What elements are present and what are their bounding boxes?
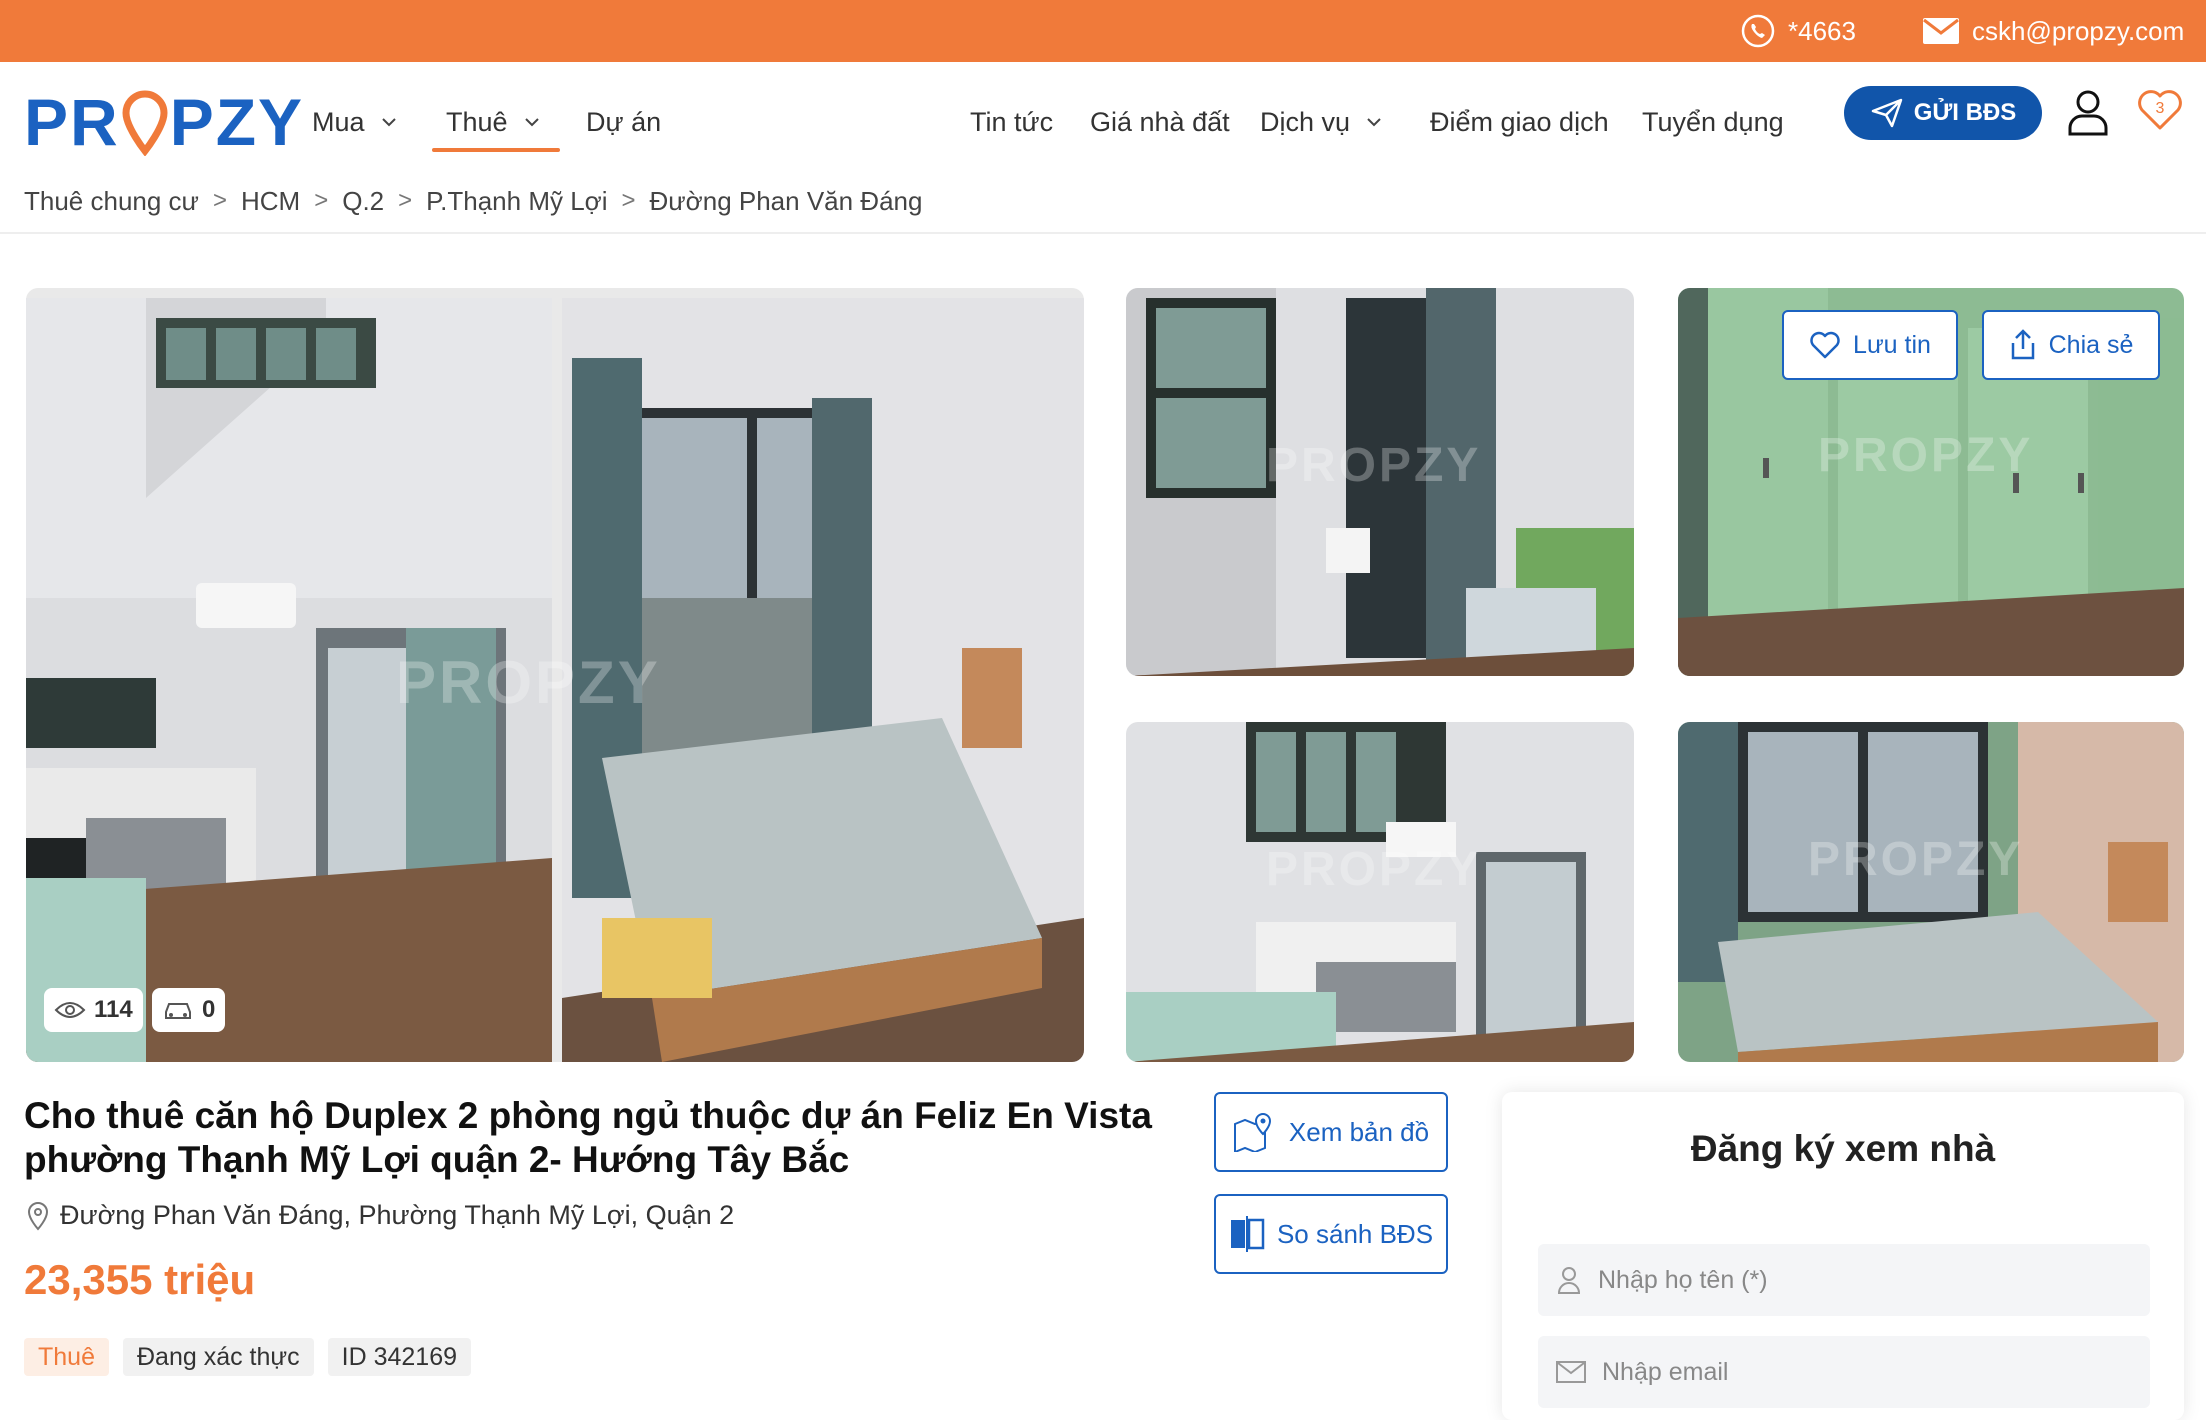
- tag-listing-id: ID 342169: [327, 1338, 472, 1376]
- thumbnail-photo[interactable]: PROPZY: [1126, 288, 1634, 676]
- listing-title-line-2: phường Thạnh Mỹ Lợi quận 2- Hướng Tây Bắ…: [24, 1139, 850, 1180]
- logo-text-right: PZY: [169, 85, 305, 159]
- nav-thue-label: Thuê: [446, 106, 508, 137]
- nav-thue[interactable]: Thuê: [446, 92, 540, 152]
- logo-text-left: PR: [24, 85, 120, 159]
- envelope-icon: [1556, 1361, 1586, 1383]
- view-map-button[interactable]: Xem bản đồ: [1214, 1092, 1448, 1172]
- propzy-watermark: PROPZY: [1266, 843, 1482, 896]
- breadcrumb: Thuê chung cư > HCM > Q.2 > P.Thạnh Mỹ L…: [24, 176, 922, 226]
- chevron-down-icon: [1367, 118, 1381, 127]
- listing-title-line-1: Cho thuê căn hộ Duplex 2 phòng ngủ thuộc…: [24, 1095, 1152, 1136]
- propzy-watermark: PROPZY: [1818, 429, 2034, 482]
- listing-tags: Thuê Đang xác thực ID 342169: [24, 1338, 485, 1376]
- user-icon: [1557, 1267, 1581, 1294]
- view-count-badge: 114: [44, 988, 143, 1032]
- listing-price: 23,355 triệu: [24, 1256, 256, 1303]
- nav-diem-giao-dich-label: Điểm giao dịch: [1430, 106, 1609, 137]
- view-map-label: Xem bản đồ: [1288, 1116, 1430, 1147]
- eye-icon: [54, 1002, 86, 1018]
- favorites-heart-icon[interactable]: 3: [2136, 86, 2184, 137]
- share-label: Chia sẻ: [2048, 330, 2134, 359]
- propzy-watermark: PROPZY: [396, 649, 661, 716]
- location-pin-icon: [27, 1201, 49, 1230]
- propzy-watermark: PROPZY: [1266, 439, 1482, 492]
- share-icon: [2011, 329, 2034, 360]
- nav-du-an-label: Dự án: [586, 106, 662, 137]
- nav-diem-giao-dich[interactable]: Điểm giao dịch: [1430, 92, 1609, 152]
- chevron-right-icon: >: [621, 187, 636, 214]
- email-link[interactable]: cskh@propzy.com: [1922, 8, 2184, 54]
- chevron-right-icon: >: [314, 187, 329, 214]
- active-nav-underline: [432, 148, 560, 152]
- post-property-label: GỬI BĐS: [1913, 99, 2017, 126]
- thumbnail-photo[interactable]: PROPZY: [1678, 722, 2184, 1062]
- nav-dich-vu[interactable]: Dịch vụ: [1260, 92, 1382, 152]
- chevron-right-icon: >: [398, 187, 413, 214]
- tag-verification: Đang xác thực: [122, 1338, 314, 1376]
- logo-pin-icon: [122, 90, 168, 157]
- post-property-button[interactable]: GỬI BĐS: [1844, 86, 2042, 140]
- nav-du-an[interactable]: Dự án: [586, 92, 661, 152]
- map-pin-icon: [1233, 1112, 1271, 1152]
- hotline-link[interactable]: *4663: [1740, 8, 1856, 54]
- listing-title: Cho thuê căn hộ Duplex 2 phòng ngủ thuộc…: [24, 1094, 1174, 1182]
- user-account-icon[interactable]: [2066, 88, 2110, 141]
- register-viewing-panel: Đăng ký xem nhà Nhập họ tên (*) Nhập ema…: [1502, 1092, 2184, 1420]
- nav-tin-tuc[interactable]: Tin tức: [970, 92, 1053, 152]
- share-button[interactable]: Chia sẻ: [1982, 310, 2160, 380]
- address-text: Đường Phan Văn Đáng, Phường Thạnh Mỹ Lợi…: [60, 1200, 735, 1230]
- breadcrumb-item[interactable]: HCM: [241, 186, 300, 217]
- name-placeholder: Nhập họ tên (*): [1598, 1265, 1768, 1294]
- favorites-count: 3: [2156, 100, 2165, 117]
- propzy-logo[interactable]: PR PZY: [24, 72, 304, 172]
- view-count: 114: [94, 996, 133, 1023]
- hotline-number: *4663: [1788, 15, 1856, 46]
- car-icon: [165, 1003, 191, 1019]
- heart-icon: [1810, 331, 1840, 359]
- save-listing-label: Lưu tin: [1853, 330, 1931, 359]
- save-listing-button[interactable]: Lưu tin: [1782, 310, 1958, 380]
- nav-tuyen-dung-label: Tuyển dụng: [1642, 106, 1784, 137]
- compare-icon: [1230, 1216, 1265, 1252]
- chevron-right-icon: >: [212, 187, 227, 214]
- email-input[interactable]: Nhập email: [1538, 1336, 2150, 1408]
- nav-tin-tuc-label: Tin tức: [970, 106, 1054, 137]
- register-title: Đăng ký xem nhà: [1690, 1128, 1996, 1169]
- nav-mua-label: Mua: [312, 106, 365, 137]
- chevron-down-icon: [524, 118, 539, 127]
- send-plane-icon: [1871, 98, 1902, 128]
- chevron-down-icon: [381, 118, 396, 127]
- compare-property-button[interactable]: So sánh BĐS: [1214, 1194, 1448, 1274]
- breadcrumb-item[interactable]: P.Thạnh Mỹ Lợi: [426, 186, 607, 217]
- nav-gia-nha-dat[interactable]: Giá nhà đất: [1090, 92, 1230, 152]
- whatsapp-phone-icon: [1741, 14, 1775, 48]
- car-count: 0: [202, 996, 216, 1023]
- name-input[interactable]: Nhập họ tên (*): [1538, 1244, 2150, 1316]
- breadcrumb-item[interactable]: Q.2: [342, 186, 384, 217]
- email-placeholder: Nhập email: [1602, 1357, 1729, 1386]
- site-header: PR PZY Mua Thuê Dự án Tin tức Giá nhà đấ…: [0, 62, 2206, 234]
- listing-address: Đường Phan Văn Đáng, Phường Thạnh Mỹ Lợi…: [26, 1200, 734, 1231]
- thumbnail-photo[interactable]: PROPZY: [1126, 722, 1634, 1062]
- envelope-icon: [1923, 18, 1959, 44]
- nav-tuyen-dung[interactable]: Tuyển dụng: [1642, 92, 1784, 152]
- support-email: cskh@propzy.com: [1972, 15, 2185, 46]
- nav-mua[interactable]: Mua: [312, 92, 397, 152]
- nav-dich-vu-label: Dịch vụ: [1260, 106, 1351, 137]
- breadcrumb-item[interactable]: Đường Phan Văn Đáng: [650, 186, 923, 217]
- tag-rent: Thuê: [24, 1338, 109, 1376]
- nav-gia-nha-dat-label: Giá nhà đất: [1090, 106, 1230, 137]
- main-photo[interactable]: PROPZY: [26, 288, 1084, 1062]
- propzy-watermark: PROPZY: [1808, 833, 2024, 886]
- compare-property-label: So sánh BĐS: [1276, 1218, 1434, 1249]
- top-contact-bar: *4663 cskh@propzy.com: [0, 0, 2206, 62]
- car-count-badge: 0: [152, 988, 226, 1032]
- breadcrumb-item[interactable]: Thuê chung cư: [24, 186, 199, 217]
